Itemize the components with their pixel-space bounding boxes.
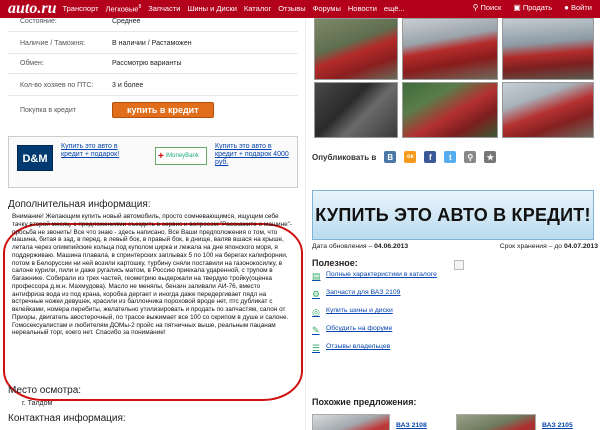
inspection-place-title: Место осмотра:	[8, 385, 82, 396]
broken-image-icon	[454, 260, 464, 270]
share-label: Опубликовать в	[312, 152, 377, 162]
search-icon: ⚲	[472, 3, 479, 12]
chat-icon: ✎	[312, 325, 320, 335]
gear-icon: ⚙	[312, 289, 321, 299]
user-icon: ●	[564, 3, 569, 12]
forum-link[interactable]: ✎ Обсудить на форуме	[312, 325, 462, 335]
search-link[interactable]: ⚲ Поиск	[473, 3, 502, 12]
listing-details: Состояние: Среднее Наличие / Таможня: В …	[0, 18, 305, 430]
star-icon[interactable]: ★	[484, 151, 497, 163]
spec-value: 3 и более	[112, 82, 144, 89]
extra-info-title: Дополнительная информация:	[8, 199, 151, 210]
car-photo[interactable]	[402, 82, 498, 138]
reviews-icon: ☰	[312, 343, 321, 353]
dm-credit-link[interactable]: Купить это авто в кредит + подарок!	[61, 143, 139, 159]
spec-row-owners: Кол-во хозяев по ПТС: 3 и более	[8, 76, 298, 96]
useful-title: Полезное:	[312, 258, 358, 268]
tires-link[interactable]: ◎ Купить шины и диски	[312, 307, 462, 317]
nav-forums[interactable]: Форумы	[313, 4, 341, 14]
sidebar: Опубликовать в В ок f t ⚲ ★ КУПИТЬ ЭТО А…	[306, 18, 600, 430]
spec-value: Рассмотрю варианты	[112, 60, 182, 67]
plus-icon: +	[158, 150, 164, 162]
spec-key: Обмен:	[20, 60, 44, 67]
similar-offer-photo[interactable]	[312, 414, 390, 430]
share-bar: Опубликовать в В ок f t ⚲ ★	[312, 151, 497, 163]
owner-reviews-link[interactable]: ☰ Отзывы владельцев	[312, 343, 462, 353]
spec-row-credit: Покупка в кредит купить в кредит	[8, 100, 298, 120]
twitter-icon[interactable]: t	[444, 151, 457, 163]
cart-icon: ▣	[513, 3, 521, 12]
vkontakte-icon[interactable]: В	[384, 151, 397, 163]
dm-logo[interactable]: D&M	[17, 145, 53, 171]
spec-key: Состояние:	[20, 18, 57, 25]
similar-offer-title[interactable]: ВАЗ 2105	[542, 422, 573, 429]
odnoklassniki-icon[interactable]: ок	[404, 151, 417, 163]
facebook-icon[interactable]: f	[424, 151, 437, 163]
spec-row-exchange: Обмен: Рассмотрю варианты	[8, 54, 298, 74]
listing-dates: Дата обновления – 04.06.2013 Срок хранен…	[312, 243, 598, 250]
imoney-credit-link[interactable]: Купить это авто в кредит + подарок 4000 …	[215, 143, 293, 167]
spec-row-customs: Наличие / Таможня: В наличии / Растаможе…	[8, 34, 298, 54]
credit-ads-box: D&M Купить это авто в кредит + подарок! …	[8, 136, 298, 188]
contact-info-title: Контактная информация:	[8, 413, 126, 424]
car-photo[interactable]	[502, 82, 594, 138]
expiry-date: Срок хранения – до 04.07.2013	[499, 243, 598, 250]
photo-gallery	[306, 18, 600, 138]
catalog-link[interactable]: ▤ Полные характеристики в каталоге	[312, 271, 462, 281]
car-photo[interactable]	[314, 82, 398, 138]
car-photo[interactable]	[314, 18, 398, 80]
spec-row-condition: Состояние: Среднее	[8, 12, 298, 32]
nav-more[interactable]: ещё...	[384, 4, 405, 14]
parts-link[interactable]: ⚙ Запчасти для ВАЗ 2109	[312, 289, 462, 299]
updated-date: Дата обновления – 04.06.2013	[312, 243, 409, 250]
car-photo[interactable]	[502, 18, 594, 80]
nav-cars-count: 8	[138, 4, 142, 11]
nav-news[interactable]: Новости	[348, 4, 377, 14]
imoneybank-logo[interactable]: + iMoneyBank	[155, 147, 207, 165]
top-actions: ⚲ Поиск ▣ Продать ● Войти	[473, 3, 592, 12]
similar-offer-photo[interactable]	[456, 414, 536, 430]
car-photo[interactable]	[402, 18, 498, 80]
buy-on-credit-button[interactable]: купить в кредит	[112, 102, 214, 118]
wheel-icon: ◎	[312, 307, 320, 317]
catalog-icon: ▤	[312, 271, 321, 281]
buy-on-credit-banner[interactable]: КУПИТЬ ЭТО АВТО В КРЕДИТ!	[312, 190, 594, 240]
similar-offers-title: Похожие предложения:	[312, 397, 417, 407]
spec-key: Кол-во хозяев по ПТС:	[20, 82, 94, 89]
spec-key: Покупка в кредит	[20, 106, 76, 114]
spec-value: В наличии / Растаможен	[112, 40, 192, 47]
extra-info-text: Внимание! Желающим купить новый автомоби…	[12, 213, 293, 337]
useful-links: ▤ Полные характеристики в каталоге ⚙ Запча…	[312, 271, 462, 361]
login-link[interactable]: ● Войти	[564, 3, 592, 12]
similar-offer-title[interactable]: ВАЗ 2108	[396, 422, 427, 429]
spec-key: Наличие / Таможня:	[20, 40, 85, 47]
sell-link[interactable]: ▣ Продать	[513, 3, 552, 12]
inspection-place-value: г. Талдом	[22, 400, 53, 407]
link-icon[interactable]: ⚲	[464, 151, 477, 163]
spec-value: Среднее	[112, 18, 141, 25]
